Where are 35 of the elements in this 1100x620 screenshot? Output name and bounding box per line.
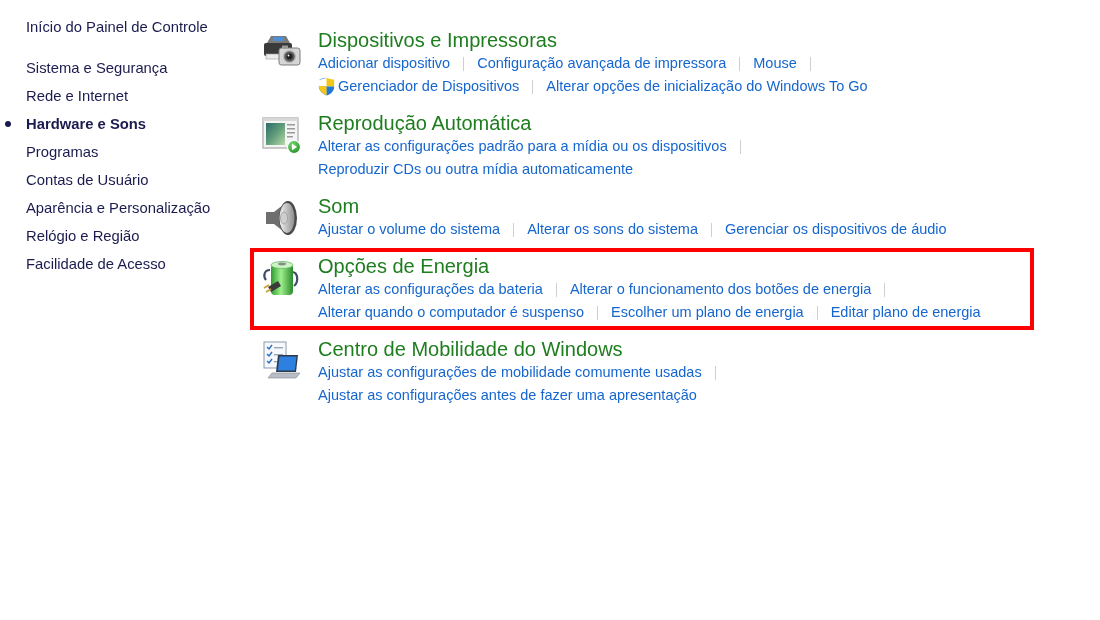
task-link[interactable]: Ajustar as configurações antes de fazer uma apresentação — [318, 386, 697, 405]
task-link[interactable]: Adicionar dispositivo — [318, 54, 451, 73]
sidebar-link[interactable]: Aparência e Personalização — [26, 198, 211, 218]
task-link[interactable]: Ajustar as configurações de mobilidade comumente usadas — [318, 363, 702, 382]
sidebar-link[interactable]: Relógio e Região — [26, 226, 140, 246]
task-link[interactable]: Alterar os sons do sistema — [527, 220, 698, 239]
category-heading-link[interactable]: Dispositivos e Impressoras — [318, 28, 557, 52]
shield-icon — [318, 77, 335, 96]
sidebar-link[interactable]: Hardware e Sons — [26, 114, 147, 134]
task-link[interactable]: Alterar as configurações da bateria — [318, 280, 543, 299]
sidebar-link[interactable]: Rede e Internet — [26, 86, 128, 106]
sidebar-link[interactable]: Programas — [26, 142, 99, 162]
task-link[interactable]: Alterar opções de inicialização do Windows To Go — [546, 77, 868, 96]
task-link[interactable]: Alterar as configurações padrão para a mídia ou os dispositivos — [318, 137, 727, 156]
task-link[interactable]: Mouse — [753, 54, 797, 73]
task-link[interactable]: Reproduzir CDs ou outra mídia automaticamente — [318, 160, 634, 179]
category-heading-link[interactable]: Opções de Energia — [318, 254, 490, 278]
category-heading-link[interactable]: Reprodução Automática — [318, 111, 532, 135]
sidebar-link[interactable]: Início do Painel de Controle — [26, 17, 208, 37]
window-play-icon — [262, 115, 302, 155]
category-heading-link[interactable]: Som — [318, 194, 360, 218]
sidebar-link[interactable]: Sistema e Segurança — [26, 58, 168, 78]
task-link[interactable]: Escolher um plano de energia — [611, 303, 804, 322]
laptop-checklist-icon — [262, 341, 302, 381]
task-link[interactable]: Editar plano de energia — [830, 303, 981, 322]
task-link[interactable]: Gerenciar os dispositivos de áudio — [725, 220, 947, 239]
task-link[interactable]: Alterar quando o computador é suspenso — [318, 303, 584, 322]
bullet-icon — [5, 121, 11, 127]
task-link[interactable]: Gerenciador de Dispositivos — [318, 77, 520, 96]
sidebar-link[interactable]: Facilidade de Acesso — [26, 254, 166, 274]
task-link[interactable]: Ajustar o volume do sistema — [318, 220, 501, 239]
sidebar-link[interactable]: Contas de Usuário — [26, 170, 149, 190]
task-link[interactable]: Configuração avançada de impressora — [477, 54, 727, 73]
category-heading-link[interactable]: Centro de Mobilidade do Windows — [318, 337, 623, 361]
task-link[interactable]: Alterar o funcionamento dos botões de energia — [569, 280, 872, 299]
